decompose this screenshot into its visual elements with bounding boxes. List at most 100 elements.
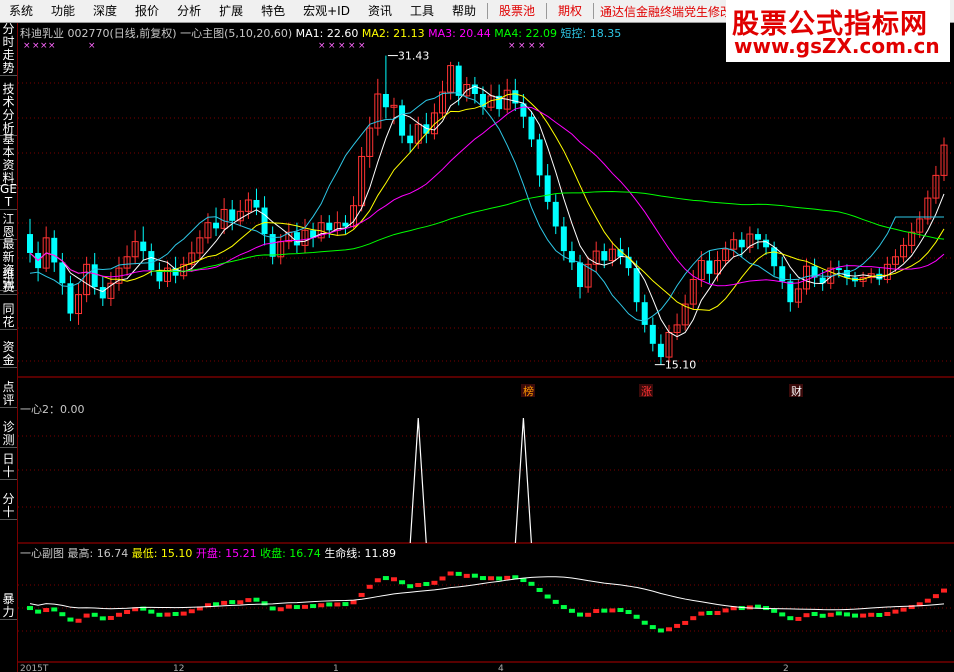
sub2-bar [649,625,656,630]
sub2-bar [932,594,939,599]
sidebar-tab-6[interactable]: 维赛 [0,268,17,295]
sub2-bar [835,611,842,616]
candle-body [843,270,850,278]
sub2-bar [415,583,422,588]
signal-marker: × [338,41,346,51]
sub2-close: 收盘: 16.74 [260,547,321,560]
sidebar-tab-13[interactable]: 暴力 [0,593,17,620]
menu-separator [487,3,488,19]
sub2-bar [560,605,567,610]
sidebar-tab-12[interactable]: 分十 [0,493,17,520]
candle-body [59,262,66,284]
signal-marker: × [88,41,96,51]
sub2-bar [310,604,317,609]
sub2-bar [577,612,584,617]
candle-body [229,209,236,221]
sub2-bar [382,576,389,581]
menu-2[interactable]: 深度 [84,0,126,22]
sub2-bar [107,615,114,620]
sub2-bar [657,628,664,633]
ma1-value: MA1: 22.60 [295,27,359,40]
sub2-bar [27,606,33,611]
menu-8[interactable]: 资讯 [359,0,401,22]
signal-marker: × [348,41,356,51]
sub2-high: 最高: 16.74 [67,547,129,560]
sub2-bar [124,610,131,615]
menu-3[interactable]: 报价 [126,0,168,22]
axis-label: 2 [783,664,789,672]
axis-label: 4 [498,664,504,672]
menu-1[interactable]: 功能 [42,0,84,22]
sub2-bar [900,607,907,612]
axis-label: 2015T [20,664,49,672]
ma1-line [29,85,945,338]
sub2-bar [43,608,50,613]
sub2-bar [164,612,171,617]
sub2-bar [504,575,511,580]
sub2-bar [860,613,867,618]
ma4-value: MA4: 22.09 [494,27,558,40]
sub2-bar [75,618,82,623]
sub2-bar [148,609,155,614]
menu-5[interactable]: 扩展 [210,0,252,22]
menu-red-0[interactable]: 股票池 [490,0,544,22]
menu-7[interactable]: 宏观+ID [294,0,359,22]
sub2-bar [439,576,446,581]
candle-body [148,251,155,271]
menu-4[interactable]: 分析 [168,0,210,22]
sidebar-tab-7[interactable]: 同花 [0,303,17,330]
sidebar-tab-10[interactable]: 诊测 [0,421,17,448]
sub2-bar [229,600,236,605]
candle-body [577,262,584,288]
scrolling-ticker[interactable]: 通达信金融终端党生修改 [596,3,732,20]
menu-0[interactable]: 系统 [0,0,42,22]
sub1-header: 一心2：0.00 [20,403,85,416]
sub2-bar [293,605,300,610]
candle-body [27,234,33,253]
menu-6[interactable]: 特色 [252,0,294,22]
sidebar-tab-8[interactable]: 资金 [0,341,17,368]
ma2-value: MA2: 21.13 [361,27,425,40]
candle-body [399,105,406,136]
candle-body [738,239,745,248]
low-label: 15.10 [665,359,697,372]
sub2-bar [326,602,333,607]
sub2-bar [479,576,486,581]
short-control-value: 短控: 18.35 [560,27,622,40]
candle-body [657,343,664,358]
sidebar-tab-1[interactable]: 技术分析 [0,83,17,136]
signal-marker: × [358,41,366,51]
sub2-bar [601,608,608,613]
sub2-bar [407,584,414,589]
sidebar-tab-0[interactable]: 分时走势 [0,23,17,76]
sidebar-tab-9[interactable]: 点评 [0,381,17,408]
sub2-bar [528,581,535,586]
sub2-bar [188,609,195,614]
sub2-bar [245,598,252,603]
sidebar-tab-2[interactable]: 基本资料 [0,133,17,186]
sub2-bar [366,584,373,589]
sub2-bar [237,600,244,605]
sidebar-tab-11[interactable]: 日十 [0,453,17,480]
signal-marker: × [318,41,326,51]
signal-marker: × [48,41,56,51]
sub2-bar [471,573,478,578]
menu-separator [593,3,595,19]
signal-spike [514,417,532,544]
sidebar-tab-4[interactable]: 江恩 [0,213,17,240]
sidebar-tab-3[interactable]: GET [0,183,17,210]
axis-label: 1 [333,664,339,672]
event-tag: 榜 [523,384,534,398]
sub2-bar [172,612,179,616]
candle-body [528,116,535,140]
menu-10[interactable]: 帮助 [443,0,485,22]
candle-body [876,273,883,280]
sub2-bar [811,612,818,616]
stock-title: 科迪乳业 002770(日线,前复权) [20,27,177,40]
sub2-bar [285,604,292,609]
signal-marker: × [32,41,40,51]
menu-red-1[interactable]: 期权 [549,0,591,22]
left-tab-sidebar: 分时走势 技术分析 基本资料 GET 江恩 最新资讯 维赛 同花 资金 点评 诊测 日十 分十 暴力 [0,23,18,672]
sub2-bar [350,600,357,605]
menu-9[interactable]: 工具 [401,0,443,22]
